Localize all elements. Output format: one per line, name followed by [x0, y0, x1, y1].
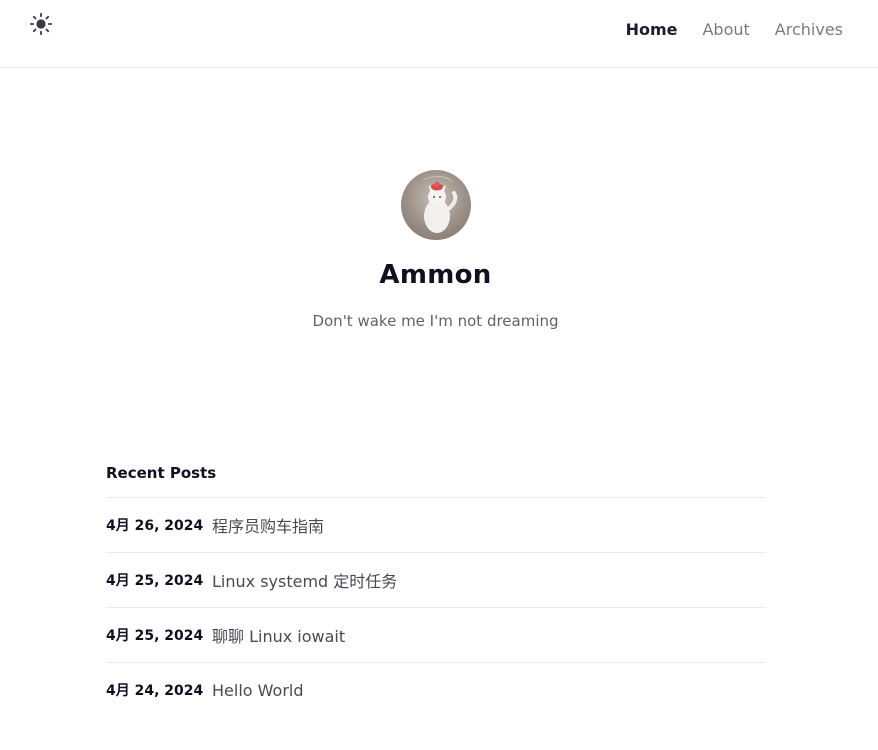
nav-about[interactable]: About: [702, 20, 749, 40]
recent-posts-title: Recent Posts: [106, 462, 766, 498]
nav-home[interactable]: Home: [626, 20, 678, 40]
post-item[interactable]: 4月 26, 2024 程序员购车指南: [106, 498, 766, 553]
post-title-link[interactable]: 聊聊 Linux iowait: [212, 623, 345, 647]
profile-section: Ammon Don't wake me I'm not dreaming: [0, 170, 871, 330]
post-date: 4月 24, 2024: [106, 683, 204, 699]
nav-archives[interactable]: Archives: [775, 20, 843, 40]
post-title-link[interactable]: Hello World: [212, 681, 304, 700]
post-title-link[interactable]: Linux systemd 定时任务: [212, 568, 397, 592]
post-item[interactable]: 4月 25, 2024 Linux systemd 定时任务: [106, 553, 766, 608]
main-nav: Home About Archives: [626, 20, 843, 40]
avatar: [400, 170, 471, 240]
post-title-link[interactable]: 程序员购车指南: [212, 513, 324, 537]
cat-avatar-icon: [422, 176, 457, 233]
post-item[interactable]: 4月 25, 2024 聊聊 Linux iowait: [106, 608, 766, 663]
top-bar: Home About Archives: [0, 0, 878, 68]
post-date: 4月 26, 2024: [106, 518, 204, 534]
post-item[interactable]: 4月 24, 2024 Hello World: [106, 663, 766, 717]
post-date: 4月 25, 2024: [106, 628, 204, 644]
recent-posts: Recent Posts 4月 26, 2024 程序员购车指南 4月 25, …: [106, 462, 766, 717]
sun-icon[interactable]: [29, 12, 53, 36]
site-name: Ammon: [379, 260, 492, 290]
post-date: 4月 25, 2024: [106, 573, 204, 589]
site-tagline: Don't wake me I'm not dreaming: [312, 312, 559, 330]
